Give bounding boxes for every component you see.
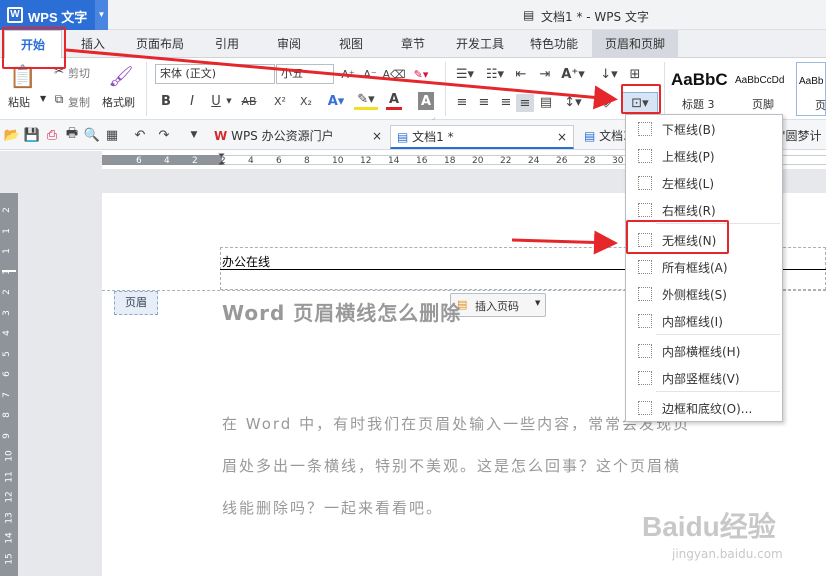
arrow-to-no-border [511, 230, 618, 255]
annotation-arrows [65, 48, 618, 255]
arrow-to-borders [65, 48, 618, 110]
